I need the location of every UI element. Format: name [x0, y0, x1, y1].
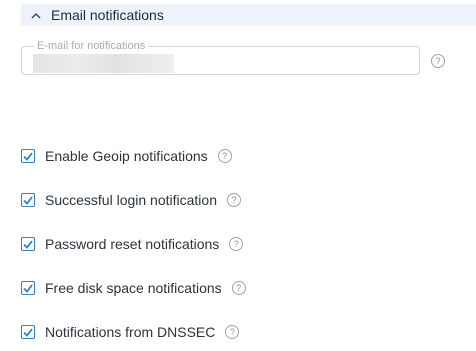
option-free-disk-space: Free disk space notifications ?: [21, 277, 461, 299]
help-icon[interactable]: ?: [231, 281, 246, 295]
option-password-reset: Password reset notifications ?: [21, 233, 461, 255]
checkmark-icon: [23, 327, 33, 337]
successful-login-checkbox[interactable]: [21, 193, 35, 207]
dnssec-checkbox[interactable]: [21, 325, 35, 339]
notification-options: Enable Geoip notifications ? Successful …: [21, 145, 461, 351]
geoip-checkbox[interactable]: [21, 149, 35, 163]
help-icon[interactable]: ?: [431, 54, 445, 68]
help-icon[interactable]: ?: [227, 193, 241, 207]
section-header[interactable]: Email notifications: [21, 4, 476, 26]
email-notifications-panel: Email notifications E-mail for notificat…: [0, 0, 476, 351]
email-field-legend: E-mail for notifications: [34, 39, 149, 53]
free-disk-space-checkbox[interactable]: [21, 281, 35, 295]
email-value-redacted: [33, 54, 174, 73]
password-reset-checkbox[interactable]: [21, 237, 35, 251]
option-dnssec: Notifications from DNSSEC ?: [21, 321, 461, 343]
option-label: Enable Geoip notifications: [45, 148, 208, 164]
checkmark-icon: [23, 195, 33, 205]
email-field[interactable]: E-mail for notifications: [21, 39, 420, 75]
chevron-up-icon[interactable]: [31, 10, 41, 20]
help-icon[interactable]: ?: [229, 237, 244, 251]
option-label: Password reset notifications: [45, 236, 220, 252]
option-successful-login: Successful login notification ?: [21, 189, 461, 211]
option-geoip: Enable Geoip notifications ?: [21, 145, 461, 167]
checkmark-icon: [23, 151, 33, 161]
help-icon[interactable]: ?: [225, 325, 240, 339]
option-label: Successful login notification: [45, 192, 217, 208]
section-title: Email notifications: [51, 7, 164, 23]
option-label: Notifications from DNSSEC: [45, 324, 216, 340]
checkmark-icon: [23, 283, 33, 293]
option-label: Free disk space notifications: [45, 280, 222, 296]
checkmark-icon: [23, 239, 33, 249]
help-icon[interactable]: ?: [217, 149, 232, 163]
